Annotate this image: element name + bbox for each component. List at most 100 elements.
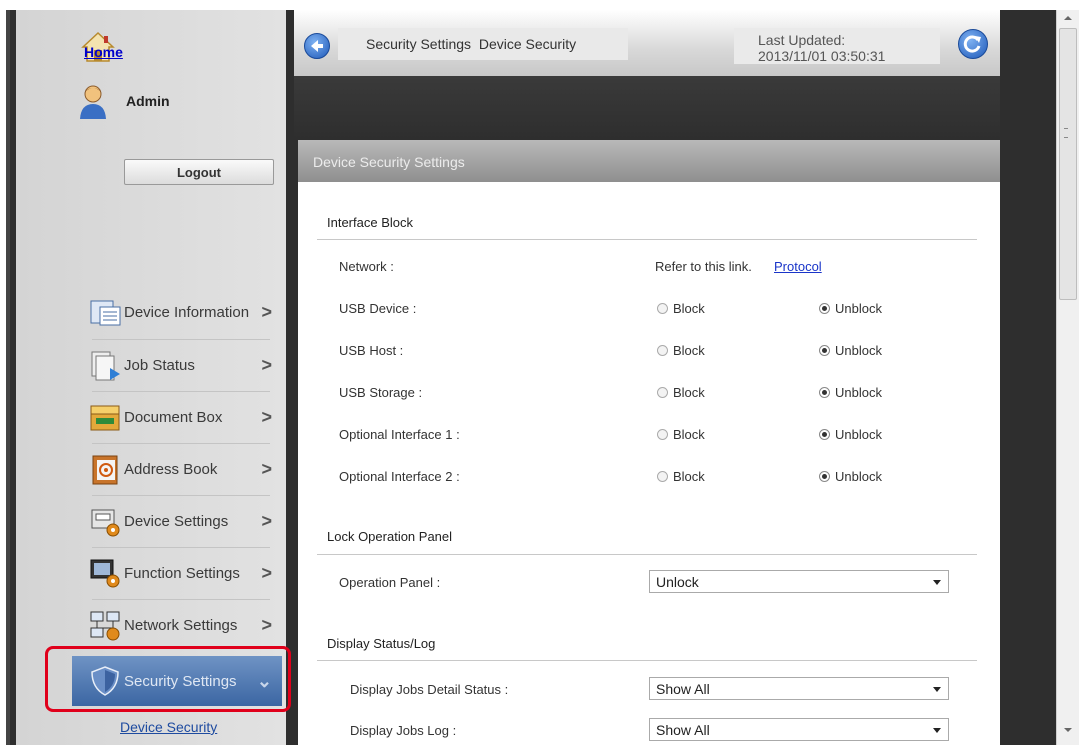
section-divider <box>317 239 977 240</box>
radio-label: Block <box>673 385 705 400</box>
operation-panel-select[interactable]: Unlock <box>649 570 949 593</box>
usb-device-label: USB Device : <box>339 301 417 316</box>
breadcrumb: Security Settings Device Security <box>338 28 628 60</box>
section-title-lock-operation-panel: Lock Operation Panel <box>327 529 453 544</box>
sidebar-item-label: Device Information <box>124 304 250 321</box>
chevron-right-icon: > <box>261 511 272 531</box>
logout-button[interactable]: Logout <box>124 159 274 185</box>
document-box-icon <box>90 405 120 431</box>
sidebar-item-label: Document Box <box>124 409 223 426</box>
device-information-icon <box>90 300 121 326</box>
sidebar-item-label: Device Settings <box>124 513 229 530</box>
select-value: Show All <box>656 722 710 738</box>
settings-panel <box>298 140 1000 745</box>
usb-host-unblock-radio[interactable] <box>819 345 830 356</box>
radio-label: Unblock <box>835 427 882 442</box>
content-spacer <box>294 76 1000 140</box>
radio-label: Block <box>673 301 705 316</box>
function-settings-icon <box>90 559 120 588</box>
last-updated-value: 2013/11/01 03:50:31 <box>758 48 886 64</box>
scroll-down-icon[interactable] <box>1064 728 1072 732</box>
protocol-link[interactable]: Protocol <box>774 259 822 274</box>
address-book-icon <box>92 455 118 485</box>
sidebar-subitem-device-security[interactable]: Device Security <box>120 719 217 735</box>
back-button[interactable] <box>304 33 330 59</box>
last-updated-label: Last Updated: <box>758 32 846 48</box>
network-settings-icon <box>90 611 120 641</box>
section-title-interface-block: Interface Block <box>327 215 413 230</box>
sidebar-item-device-settings[interactable]: Device Settings > <box>72 496 282 546</box>
job-status-icon <box>91 351 120 381</box>
optional-interface-1-unblock-radio[interactable] <box>819 429 830 440</box>
radio-label: Block <box>673 469 705 484</box>
dropdown-arrow-icon <box>933 687 941 692</box>
select-value: Show All <box>656 681 710 697</box>
radio-label: Block <box>673 427 705 442</box>
network-label: Network : <box>339 259 394 274</box>
sidebar-item-address-book[interactable]: Address Book > <box>72 444 282 494</box>
shield-icon <box>91 666 119 696</box>
optional-interface-2-label: Optional Interface 2 : <box>339 469 460 484</box>
chevron-down-icon: ⌄ <box>256 671 272 691</box>
sidebar-item-label: Network Settings <box>124 617 238 634</box>
radio-label: Unblock <box>835 343 882 358</box>
sidebar-item-label: Address Book <box>124 461 218 478</box>
network-hint: Refer to this link. <box>655 259 752 274</box>
usb-storage-block-radio[interactable] <box>657 387 668 398</box>
radio-label: Unblock <box>835 301 882 316</box>
breadcrumb-item: Device Security <box>478 36 577 52</box>
display-jobs-log-label: Display Jobs Log : <box>350 723 457 738</box>
usb-storage-label: USB Storage : <box>339 385 423 400</box>
scrollbar-thumb[interactable] <box>1059 28 1077 300</box>
optional-interface-1-label: Optional Interface 1 : <box>339 427 460 442</box>
display-jobs-detail-status-label: Display Jobs Detail Status : <box>350 682 509 697</box>
sidebar-item-device-information[interactable]: Device Information > <box>72 287 282 337</box>
chevron-right-icon: > <box>261 563 272 583</box>
sidebar-item-document-box[interactable]: Document Box > <box>72 392 282 442</box>
arrow-left-icon <box>311 40 323 52</box>
sidebar-item-label: Function Settings <box>124 565 240 582</box>
radio-label: Block <box>673 343 705 358</box>
sidebar-item-security-settings[interactable]: Security Settings ⌄ <box>72 656 282 706</box>
radio-label: Unblock <box>835 385 882 400</box>
display-jobs-detail-status-select[interactable]: Show All <box>649 677 949 700</box>
chevron-right-icon: > <box>261 615 272 635</box>
chevron-right-icon: > <box>261 355 272 375</box>
optional-interface-2-unblock-radio[interactable] <box>819 471 830 482</box>
device-settings-icon <box>91 509 120 537</box>
refresh-icon <box>963 35 981 53</box>
chevron-right-icon: > <box>261 407 272 427</box>
sidebar-item-job-status[interactable]: Job Status > <box>72 340 282 390</box>
radio-label: Unblock <box>835 469 882 484</box>
dropdown-arrow-icon <box>933 580 941 585</box>
sidebar-item-function-settings[interactable]: Function Settings > <box>72 548 282 598</box>
user-avatar-icon <box>80 85 106 119</box>
operation-panel-label: Operation Panel : <box>339 575 441 590</box>
last-updated: Last Updated: 2013/11/01 03:50:31 <box>734 28 940 64</box>
sidebar-item-label: Security Settings <box>124 673 237 690</box>
display-jobs-log-select[interactable]: Show All <box>649 718 949 741</box>
breadcrumb-item[interactable]: Security Settings <box>366 36 471 52</box>
scroll-up-icon[interactable] <box>1064 16 1072 20</box>
user-name: Admin <box>126 93 170 109</box>
usb-device-block-radio[interactable] <box>657 303 668 314</box>
optional-interface-1-block-radio[interactable] <box>657 429 668 440</box>
home-link[interactable]: Home <box>84 44 123 60</box>
select-value: Unlock <box>656 574 699 590</box>
chevron-right-icon: > <box>261 302 272 322</box>
sidebar-item-label: Job Status <box>124 357 195 374</box>
panel-title: Device Security Settings <box>298 140 1000 182</box>
sidebar-item-network-settings[interactable]: Network Settings > <box>72 600 282 650</box>
scrollbar-grip-icon <box>1064 128 1068 138</box>
frame-edge <box>6 10 10 745</box>
usb-storage-unblock-radio[interactable] <box>819 387 830 398</box>
refresh-button[interactable] <box>958 29 988 59</box>
chevron-right-icon: > <box>261 459 272 479</box>
usb-host-label: USB Host : <box>339 343 404 358</box>
optional-interface-2-block-radio[interactable] <box>657 471 668 482</box>
dropdown-arrow-icon <box>933 728 941 733</box>
section-divider <box>317 660 977 661</box>
usb-device-unblock-radio[interactable] <box>819 303 830 314</box>
usb-host-block-radio[interactable] <box>657 345 668 356</box>
page-scrollbar[interactable] <box>1056 10 1079 745</box>
